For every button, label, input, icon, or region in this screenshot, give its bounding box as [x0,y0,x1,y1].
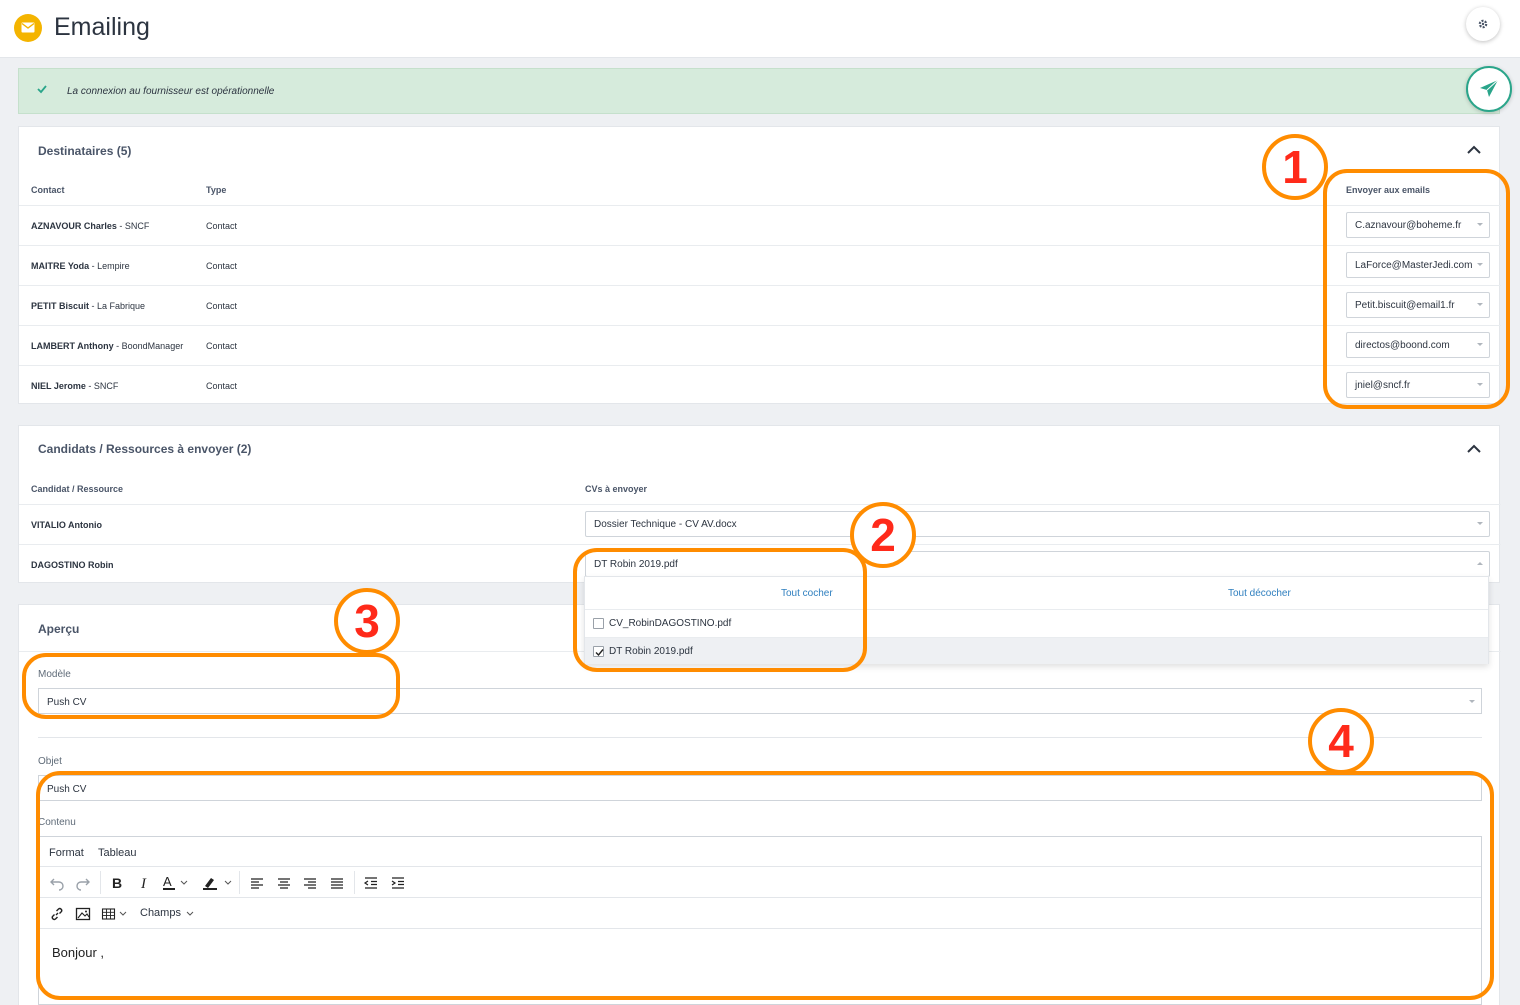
column-cvs: CVs à envoyer [585,484,648,494]
column-type: Type [206,185,227,195]
contact-cell[interactable]: AZNAVOUR Charles - SNCF [31,221,149,231]
callout-model [22,653,400,719]
chevron-down-icon [1469,700,1475,703]
column-contact: Contact [31,185,65,195]
uncheck-all-link[interactable]: Tout décocher [1228,588,1291,599]
contact-cell[interactable]: LAMBERT Anthony - BoondManager [31,341,183,351]
chevron-up-icon[interactable] [1467,444,1481,454]
type-cell: Contact [206,341,238,351]
contact-cell[interactable]: PETIT Biscuit - La Fabrique [31,301,145,311]
contact-cell[interactable]: NIEL Jerome - SNCF [31,381,118,391]
callout-emails [1323,169,1510,409]
send-button[interactable] [1466,66,1512,112]
top-bar: Emailing [0,0,1520,58]
chevron-up-icon[interactable] [1467,145,1481,155]
subject-label: Objet [38,756,62,767]
chevron-up-icon [1477,562,1483,565]
candidates-title: Candidats / Ressources à envoyer (2) [38,442,252,456]
envelope-icon [14,14,42,42]
settings-button[interactable] [1466,7,1500,41]
check-icon [37,85,47,94]
column-candidate: Candidat / Ressource [31,484,124,494]
type-cell: Contact [206,381,238,391]
type-cell: Contact [206,301,238,311]
annotation-number-3: 3 [334,588,400,654]
page-title: Emailing [54,13,150,41]
candidate-name[interactable]: DAGOSTINO Robin [31,560,114,570]
connection-status-alert: La connexion au fournisseur est opératio… [18,68,1500,114]
alert-message: La connexion au fournisseur est opératio… [67,86,275,97]
annotation-number-1: 1 [1262,134,1328,200]
type-cell: Contact [206,261,238,271]
contact-cell[interactable]: MAITRE Yoda - Lempire [31,261,130,271]
callout-cv-dropdown [573,548,867,672]
gear-icon [1478,19,1488,29]
recipients-title: Destinataires (5) [38,144,132,158]
annotation-number-4: 4 [1308,708,1374,774]
preview-title: Aperçu [38,622,80,636]
chevron-down-icon [1477,522,1483,525]
callout-content [36,771,1494,1000]
cv-select[interactable]: Dossier Technique - CV AV.docx [585,511,1490,537]
annotation-number-2: 2 [850,502,916,568]
candidate-name[interactable]: VITALIO Antonio [31,520,102,530]
type-cell: Contact [206,221,238,231]
paper-plane-icon [1480,79,1499,97]
